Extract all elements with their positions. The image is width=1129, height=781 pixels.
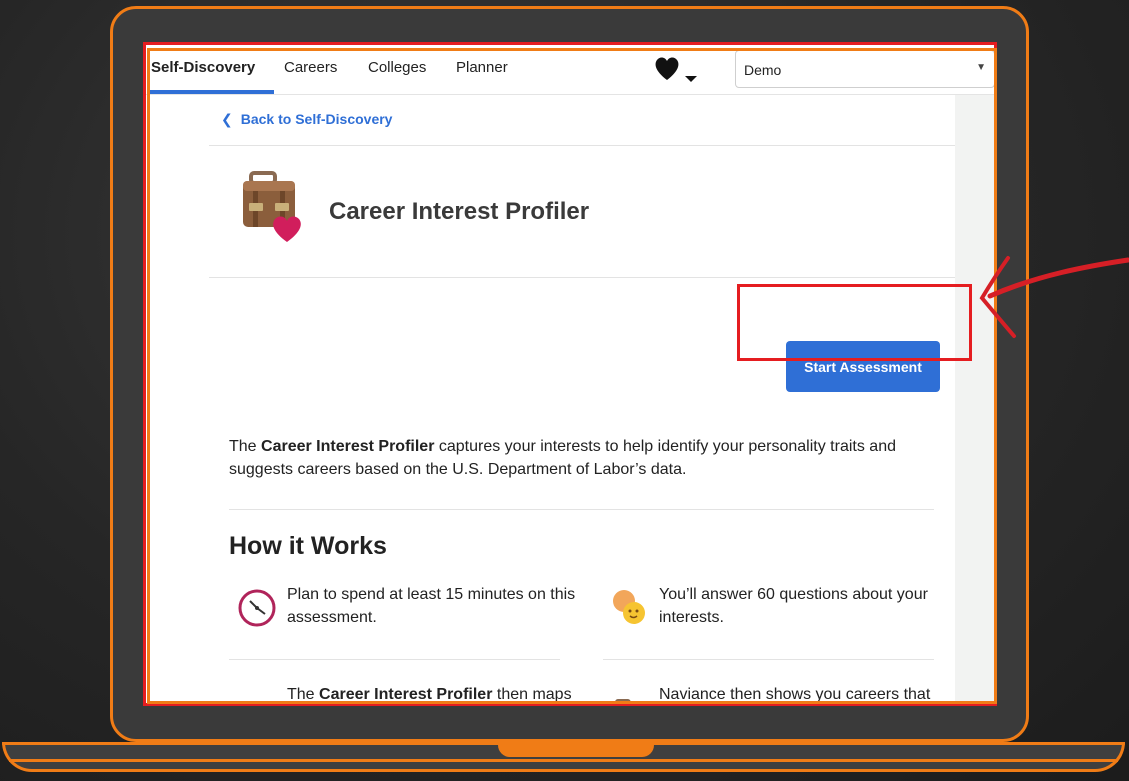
step-text: Naviance then shows you careers that map… <box>659 686 931 703</box>
back-link-label: Back to Self-Discovery <box>240 111 393 127</box>
step-text-bold: Career Interest Profiler <box>319 686 493 703</box>
briefcase-heart-icon <box>239 171 309 243</box>
faces-icon <box>609 587 649 627</box>
divider <box>229 509 934 510</box>
annotation-arrow-icon <box>979 256 1129 338</box>
clock-icon <box>237 588 277 628</box>
tab-self-discovery[interactable]: Self-Discovery <box>151 59 255 76</box>
heart-icon <box>655 57 697 82</box>
user-select-value: Demo <box>744 62 782 78</box>
chevron-down-icon <box>685 76 697 82</box>
main-content: ❮ Back to Self-Discovery Career Interest … <box>209 95 955 706</box>
step-text: You’ll answer 60 questions about your in… <box>659 586 928 626</box>
chevron-left-icon: ❮ <box>221 111 233 127</box>
tab-colleges[interactable]: Colleges <box>368 59 426 76</box>
laptop-base-line <box>9 759 1118 762</box>
right-gutter <box>955 95 995 706</box>
step-text-prefix: The <box>287 686 320 703</box>
tab-careers[interactable]: Careers <box>284 59 337 76</box>
step-text: Plan to spend at least 15 minutes on thi… <box>287 586 576 626</box>
description-bold: Career Interest Profiler <box>261 438 435 455</box>
divider <box>603 659 934 660</box>
briefcase-heart-icon <box>609 699 649 706</box>
favorites-menu[interactable] <box>653 54 697 84</box>
start-assessment-button[interactable]: Start Assessment <box>786 341 940 392</box>
description: The Career Interest Profiler captures yo… <box>229 435 939 481</box>
chevron-down-icon: ▼ <box>976 62 986 73</box>
how-it-works-heading: How it Works <box>229 532 387 560</box>
divider <box>209 145 955 146</box>
pie-chart-icon <box>237 701 277 706</box>
page-title: Career Interest Profiler <box>329 198 590 225</box>
divider <box>229 659 560 660</box>
left-gutter <box>143 95 209 706</box>
laptop-base <box>2 742 1125 772</box>
laptop-notch <box>498 745 654 757</box>
tab-planner[interactable]: Planner <box>456 59 508 76</box>
description-prefix: The <box>229 438 262 455</box>
step-text: The Career Interest Profiler then maps y… <box>287 683 577 706</box>
app-screen: Self-Discovery Careers Colleges Planner … <box>143 42 995 706</box>
divider <box>209 277 955 278</box>
active-tab-indicator <box>147 90 274 94</box>
back-link[interactable]: ❮ Back to Self-Discovery <box>221 111 392 128</box>
user-select[interactable]: Demo ▼ <box>735 50 995 88</box>
top-nav: Self-Discovery Careers Colleges Planner … <box>143 42 995 95</box>
